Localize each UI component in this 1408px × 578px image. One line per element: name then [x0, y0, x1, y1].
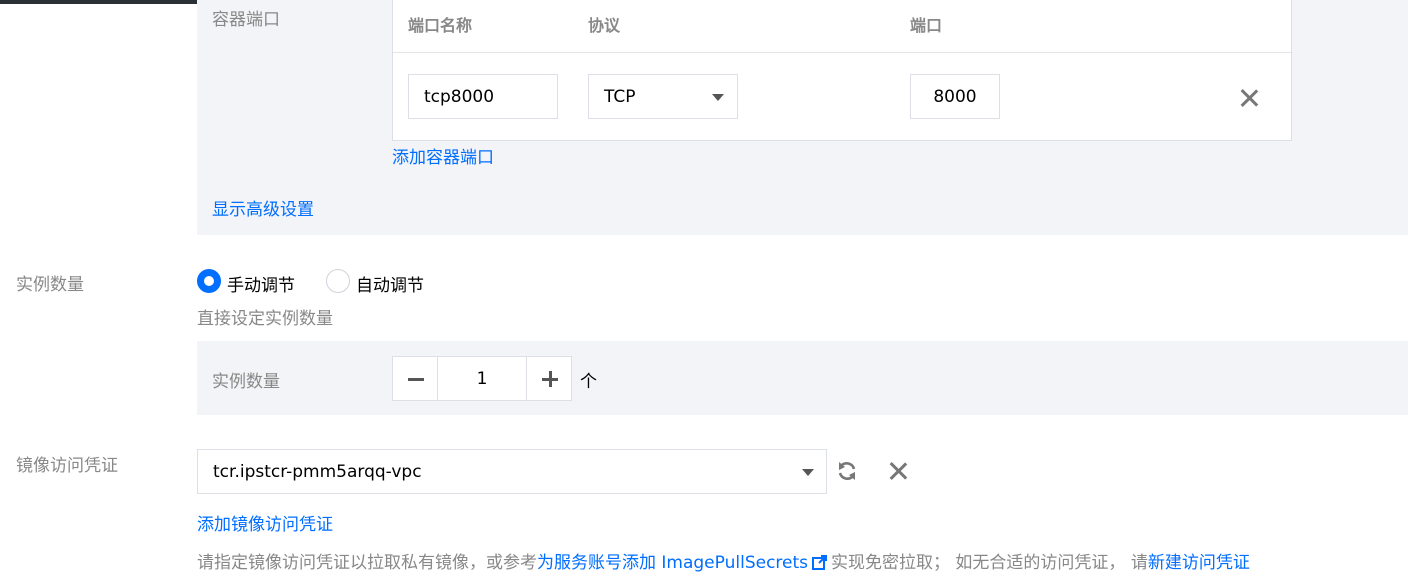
hint-prefix: 请指定镜像访问凭证以拉取私有镜像，或参考 — [197, 553, 537, 573]
radio-manual[interactable] — [197, 269, 221, 293]
add-image-credential-link[interactable]: 添加镜像访问凭证 — [197, 510, 333, 535]
caret-down-icon — [802, 469, 814, 476]
external-link-icon[interactable] — [812, 555, 828, 570]
protocol-select[interactable]: TCP — [588, 74, 738, 119]
column-header-port: 端口 — [910, 16, 943, 35]
port-number-input[interactable]: 8000 — [910, 74, 1000, 119]
minus-icon — [408, 378, 424, 381]
radio-manual-label[interactable]: 手动调节 — [227, 271, 295, 296]
image-credential-select[interactable]: tcr.ipstcr-pmm5arqq-vpc — [197, 449, 827, 494]
image-credential-label: 镜像访问凭证 — [16, 456, 118, 476]
protocol-select-value: TCP — [604, 86, 636, 107]
radio-auto-label[interactable]: 自动调节 — [356, 271, 424, 296]
increment-button[interactable] — [526, 356, 572, 401]
show-advanced-settings-link[interactable]: 显示高级设置 — [212, 195, 314, 220]
port-name-input[interactable]: tcp8000 — [408, 74, 558, 119]
create-credential-link[interactable]: 新建访问凭证 — [1148, 553, 1250, 573]
clear-credential-close-icon[interactable] — [887, 460, 909, 482]
instance-count-input[interactable]: 1 — [437, 356, 527, 401]
refresh-icon[interactable] — [836, 460, 858, 482]
column-header-port-name: 端口名称 — [408, 16, 473, 35]
instance-unit: 个 — [580, 372, 597, 392]
column-header-protocol: 协议 — [588, 16, 621, 35]
instance-count-panel — [197, 341, 1408, 415]
delete-port-close-icon[interactable] — [1238, 87, 1260, 109]
add-container-port-link[interactable]: 添加容器端口 — [392, 143, 494, 168]
instance-count-label: 实例数量 — [212, 372, 280, 392]
container-ports-label: 容器端口 — [212, 10, 280, 30]
port-table: 端口名称 协议 端口 tcp8000 TCP 8000 — [392, 0, 1292, 141]
instances-description: 直接设定实例数量 — [197, 309, 333, 329]
radio-auto[interactable] — [326, 269, 350, 293]
image-credential-value: tcr.ipstcr-pmm5arqq-vpc — [213, 461, 422, 482]
image-pull-secrets-link[interactable]: 为服务账号添加 ImagePullSecrets — [537, 553, 808, 573]
caret-down-icon — [712, 94, 724, 101]
decrement-button[interactable] — [392, 356, 438, 401]
instances-label: 实例数量 — [16, 275, 84, 295]
hint-middle: 实现免密拉取； 如无合适的访问凭证， 请 — [831, 553, 1148, 573]
image-credential-hint: 请指定镜像访问凭证以拉取私有镜像，或参考为服务账号添加 ImagePullSec… — [197, 548, 1250, 573]
port-table-header: 端口名称 协议 端口 — [393, 0, 1291, 53]
